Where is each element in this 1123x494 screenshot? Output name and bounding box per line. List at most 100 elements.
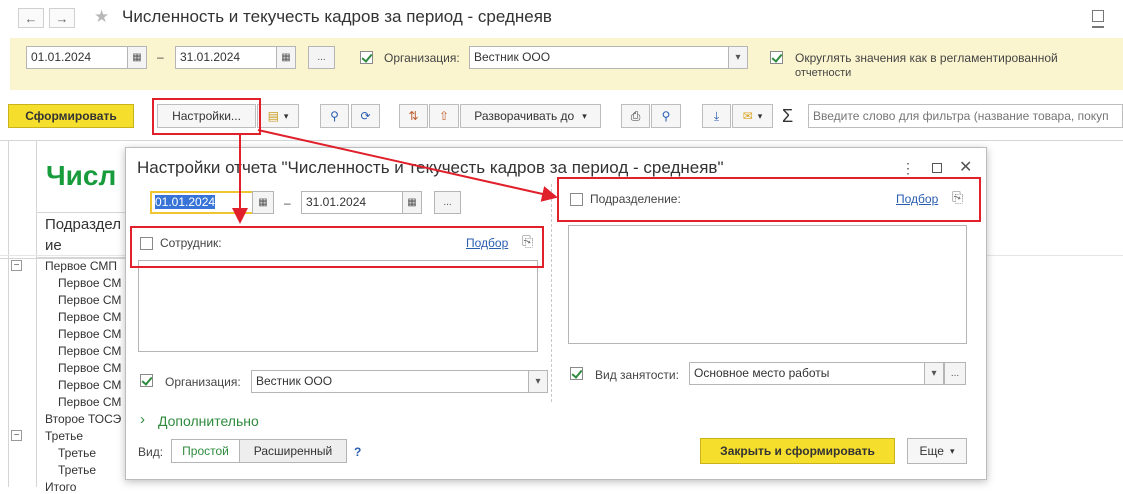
search-button[interactable]: ⚲ <box>320 104 349 128</box>
chevron-down-icon[interactable]: ▾ <box>728 46 748 69</box>
collapse-groups-button[interactable]: ⇅ <box>399 104 428 128</box>
back-button[interactable]: ← <box>18 8 44 28</box>
search-refresh-icon: ⟳ <box>360 109 371 123</box>
expand-icon: ⇧ <box>438 109 450 123</box>
maximize-icon[interactable] <box>932 163 942 173</box>
more-button[interactable]: Еще ▾ <box>907 438 967 464</box>
employment-type-checkbox[interactable] <box>570 367 583 380</box>
employment-type-field[interactable]: Основное место работы <box>689 362 925 385</box>
calendar-icon[interactable]: ▦ <box>402 191 422 214</box>
column-header: ие <box>45 237 62 254</box>
period-select-button[interactable]: ... <box>308 46 335 69</box>
report-title: Числ <box>46 160 117 191</box>
arrow-right-icon: → <box>55 10 69 26</box>
calendar-icon[interactable]: ▦ <box>252 191 274 214</box>
sum-icon[interactable]: Σ <box>782 106 793 127</box>
round-values-label-line2: отчетности <box>795 67 852 79</box>
table-row: Первое СМ <box>58 327 122 341</box>
collapse-icon: ⇅ <box>408 109 419 123</box>
star-icon[interactable]: ★ <box>94 7 109 27</box>
arrow-left-icon: ← <box>24 10 38 26</box>
help-icon[interactable]: ? <box>354 445 361 459</box>
organization-checkbox[interactable] <box>360 51 373 64</box>
expand-to-label: Разворачивать до <box>474 109 575 123</box>
table-row: Третье <box>58 463 97 477</box>
report-gridline <box>36 140 37 487</box>
expand-groups-button[interactable]: ⇧ <box>429 104 459 128</box>
date-separator: – <box>157 50 164 64</box>
round-values-checkbox[interactable] <box>770 51 783 64</box>
table-row: Первое СМ <box>58 310 122 324</box>
close-icon[interactable]: ✕ <box>959 157 972 177</box>
table-row: Первое СМ <box>58 293 122 307</box>
column-header: Подраздел <box>45 216 121 233</box>
employee-list[interactable] <box>138 260 538 352</box>
dialog-title: Настройки отчета "Численность и текучест… <box>137 158 724 177</box>
chevron-down-icon: ▾ <box>757 110 763 121</box>
filter-search-input[interactable] <box>808 104 1123 128</box>
chevron-down-icon: ▾ <box>582 110 587 121</box>
chevron-down-icon[interactable]: ▾ <box>528 370 548 393</box>
dialog-date-from-field[interactable]: 01.01.2024 <box>150 191 259 214</box>
generate-button[interactable]: Сформировать <box>8 104 134 128</box>
calendar-icon[interactable]: ▦ <box>276 46 296 69</box>
window-title: Численность и текучесть кадров за период… <box>122 7 552 26</box>
report-divider <box>0 140 1123 141</box>
view-label: Вид: <box>138 445 164 459</box>
more-vert-icon[interactable]: ⋮ <box>901 160 915 177</box>
chevron-down-icon[interactable]: ▾ <box>924 362 944 385</box>
dialog-date-separator: – <box>284 196 291 210</box>
envelope-icon: ✉ <box>742 109 753 123</box>
forward-button[interactable]: → <box>49 8 75 28</box>
date-to-field[interactable]: 31.01.2024 <box>175 46 277 69</box>
date-from-field[interactable]: 01.01.2024 <box>26 46 128 69</box>
table-row: Третье <box>58 446 97 460</box>
dialog-period-button[interactable]: ... <box>434 191 461 214</box>
table-row: Первое СМ <box>58 395 122 409</box>
collapse-group-icon[interactable]: − <box>11 260 22 271</box>
organization-label: Организация: <box>384 51 460 65</box>
preview-icon: ⚲ <box>661 109 671 123</box>
variant-menu-button[interactable]: ▤ ▾ <box>257 104 299 128</box>
chevron-down-icon: ▾ <box>949 445 955 456</box>
dialog-date-to-field[interactable]: 31.01.2024 <box>301 191 403 214</box>
dialog-organization-label: Организация: <box>165 375 241 389</box>
department-list[interactable] <box>568 225 967 344</box>
more-icon[interactable] <box>1092 26 1104 28</box>
round-values-label-line1: Округлять значения как в регламентирован… <box>795 51 1058 65</box>
send-mail-button[interactable]: ✉ ▾ <box>732 104 773 128</box>
table-row: Третье <box>45 429 84 443</box>
more-button-label: Еще <box>919 444 944 458</box>
printer-icon: ⎙ <box>630 108 641 123</box>
more-settings-toggle[interactable]: Дополнительно <box>158 413 259 429</box>
collapse-group-icon[interactable]: − <box>11 430 22 441</box>
save-icon[interactable] <box>1092 10 1104 22</box>
dialog-organization-checkbox[interactable] <box>140 374 153 387</box>
view-simple-button[interactable]: Простой <box>171 439 240 463</box>
calendar-icon[interactable]: ▦ <box>127 46 147 69</box>
chevron-right-icon[interactable]: › <box>140 411 145 428</box>
employment-type-label: Вид занятости: <box>595 368 679 382</box>
table-row: Первое СМ <box>58 361 122 375</box>
table-row: Первое СМ <box>58 344 122 358</box>
save-file-button[interactable]: ⤓ <box>702 104 731 128</box>
report-gridline <box>8 140 9 487</box>
table-row: Первое СМ <box>58 378 122 392</box>
dialog-date-from-value: 01.01.2024 <box>155 195 216 209</box>
table-row: Первое СМП <box>45 259 118 273</box>
view-extended-button[interactable]: Расширенный <box>239 439 347 463</box>
close-and-generate-button[interactable]: Закрыть и сформировать <box>700 438 895 464</box>
organization-field[interactable]: Вестник ООО <box>469 46 729 69</box>
annotation-box-department <box>557 177 981 222</box>
annotation-box-settings <box>152 98 261 135</box>
download-icon: ⤓ <box>713 108 720 123</box>
dialog-organization-field[interactable]: Вестник ООО <box>251 370 529 393</box>
print-button[interactable]: ⎙ <box>621 104 650 128</box>
employment-type-select-button[interactable]: ... <box>944 362 966 385</box>
annotation-box-employee <box>130 226 544 268</box>
search-next-button[interactable]: ⟳ <box>351 104 380 128</box>
column-separator <box>551 184 552 402</box>
table-row: Первое СМ <box>58 276 122 290</box>
expand-to-button[interactable]: Разворачивать до ▾ <box>460 104 601 128</box>
preview-button[interactable]: ⚲ <box>651 104 681 128</box>
